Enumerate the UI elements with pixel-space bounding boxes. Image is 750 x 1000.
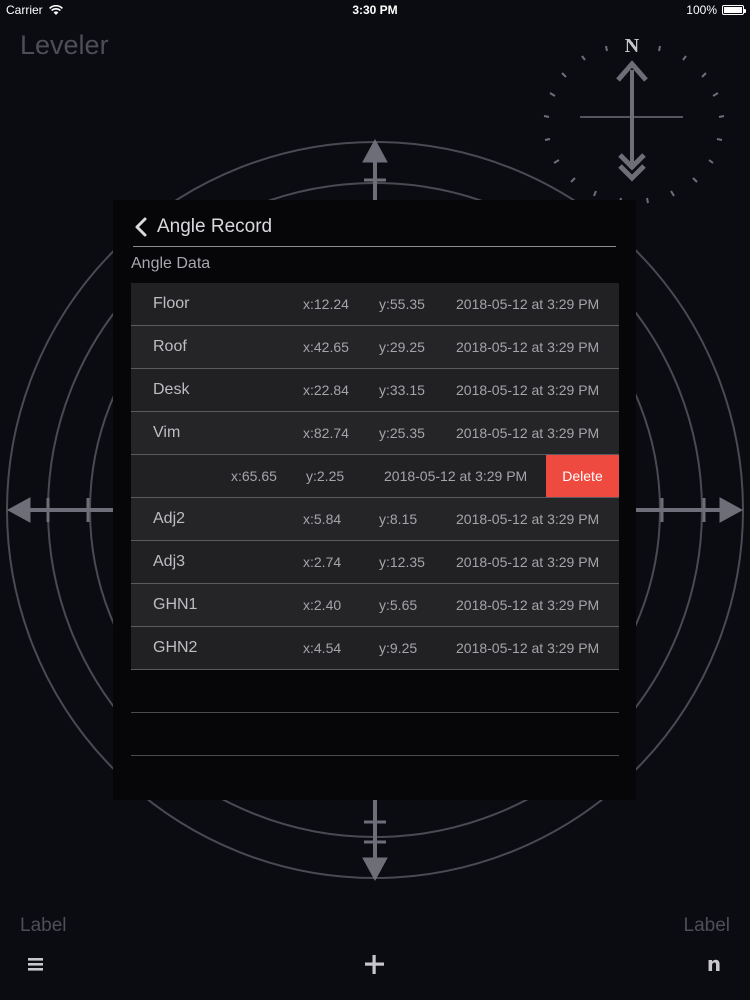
row-y-value: y:55.35 [379, 296, 425, 312]
status-time: 3:30 PM [352, 3, 398, 17]
row-date: 2018-05-12 at 3:29 PM [456, 382, 600, 398]
row-name: Adj2 [153, 510, 186, 527]
row-name: Adj3 [153, 553, 186, 570]
app-title: Leveler [20, 30, 109, 60]
table-row[interactable]: Vim x:82.74 y:25.35 2018-05-12 at 3:29 P… [131, 412, 619, 455]
row-x-value: x:5.84 [303, 511, 342, 527]
compass-icon: N [543, 35, 725, 204]
empty-row [131, 670, 619, 713]
panel-header: Angle Record [133, 208, 616, 247]
row-x-value: x:22.84 [303, 382, 349, 398]
battery-icon [722, 5, 746, 15]
row-date: 2018-05-12 at 3:29 PM [456, 511, 600, 527]
row-date: 2018-05-12 at 3:29 PM [456, 425, 600, 441]
row-name: Desk [153, 381, 190, 398]
row-y-value: y:2.25 [306, 468, 345, 484]
row-name: GHN1 [153, 596, 198, 613]
row-y-value: y:12.35 [379, 554, 425, 570]
table-row[interactable]: GHN1 x:2.40 y:5.65 2018-05-12 at 3:29 PM [131, 584, 619, 627]
angle-data-table: Floor x:12.24 y:55.35 2018-05-12 at 3:29… [131, 283, 619, 756]
row-x-value: x:42.65 [303, 339, 349, 355]
delete-button[interactable]: Delete [546, 455, 619, 497]
compass-north-label: N [625, 35, 640, 57]
menu-icon[interactable] [23, 951, 49, 977]
row-x-value: x:12.24 [303, 296, 349, 312]
row-y-value: y:33.15 [379, 382, 425, 398]
row-name: Roof [153, 338, 187, 355]
battery-percent: 100% [686, 3, 717, 17]
table-row[interactable]: GHN2 x:4.54 y:9.25 2018-05-12 at 3:29 PM [131, 627, 619, 670]
section-label: Angle Data [131, 255, 211, 272]
row-x-value: x:4.54 [303, 640, 342, 656]
row-date: 2018-05-12 at 3:29 PM [456, 640, 600, 656]
back-chevron-icon[interactable] [133, 216, 149, 238]
row-y-value: y:29.25 [379, 339, 425, 355]
table-row[interactable]: Desk x:22.84 y:33.15 2018-05-12 at 3:29 … [131, 369, 619, 412]
row-name: GHN2 [153, 639, 198, 656]
row-x-value: x:82.74 [303, 425, 349, 441]
row-x-value: x:2.40 [303, 597, 342, 613]
row-date: 2018-05-12 at 3:29 PM [456, 597, 600, 613]
row-date: 2018-05-12 at 3:29 PM [456, 554, 600, 570]
row-date: 2018-05-12 at 3:29 PM [384, 468, 528, 484]
empty-row [131, 713, 619, 756]
table-row[interactable]: Adj3 x:2.74 y:12.35 2018-05-12 at 3:29 P… [131, 541, 619, 584]
table-row[interactable]: Roof x:42.65 y:29.25 2018-05-12 at 3:29 … [131, 326, 619, 369]
row-date: 2018-05-12 at 3:29 PM [456, 339, 600, 355]
row-y-value: y:5.65 [379, 597, 418, 613]
row-date: 2018-05-12 at 3:29 PM [456, 296, 600, 312]
angle-record-panel: Angle Record Angle Data Floor x:12.24 y:… [113, 200, 636, 800]
bottom-right-label: Label [683, 915, 731, 936]
n-glyph-button[interactable]: n [703, 951, 725, 977]
row-y-value: y:25.35 [379, 425, 425, 441]
table-row[interactable]: Adj2 x:5.84 y:8.15 2018-05-12 at 3:29 PM [131, 498, 619, 541]
panel-title[interactable]: Angle Record [157, 216, 272, 238]
bottom-left-label: Label [20, 915, 67, 936]
row-name: Floor [153, 295, 190, 312]
table-row-swiped[interactable]: x:65.65 y:2.25 2018-05-12 at 3:29 PM Del… [131, 455, 619, 498]
row-name: Vim [153, 424, 181, 441]
leveler-screen: N Carrier 3:30 PM 100% Leveler Angle Rec… [0, 0, 750, 1000]
row-x-value: x:65.65 [231, 468, 277, 484]
plus-icon[interactable] [361, 951, 387, 977]
status-bar: Carrier 3:30 PM 100% [0, 0, 750, 22]
row-y-value: y:9.25 [379, 640, 418, 656]
row-x-value: x:2.74 [303, 554, 342, 570]
table-row[interactable]: Floor x:12.24 y:55.35 2018-05-12 at 3:29… [131, 283, 619, 326]
row-y-value: y:8.15 [379, 511, 418, 527]
